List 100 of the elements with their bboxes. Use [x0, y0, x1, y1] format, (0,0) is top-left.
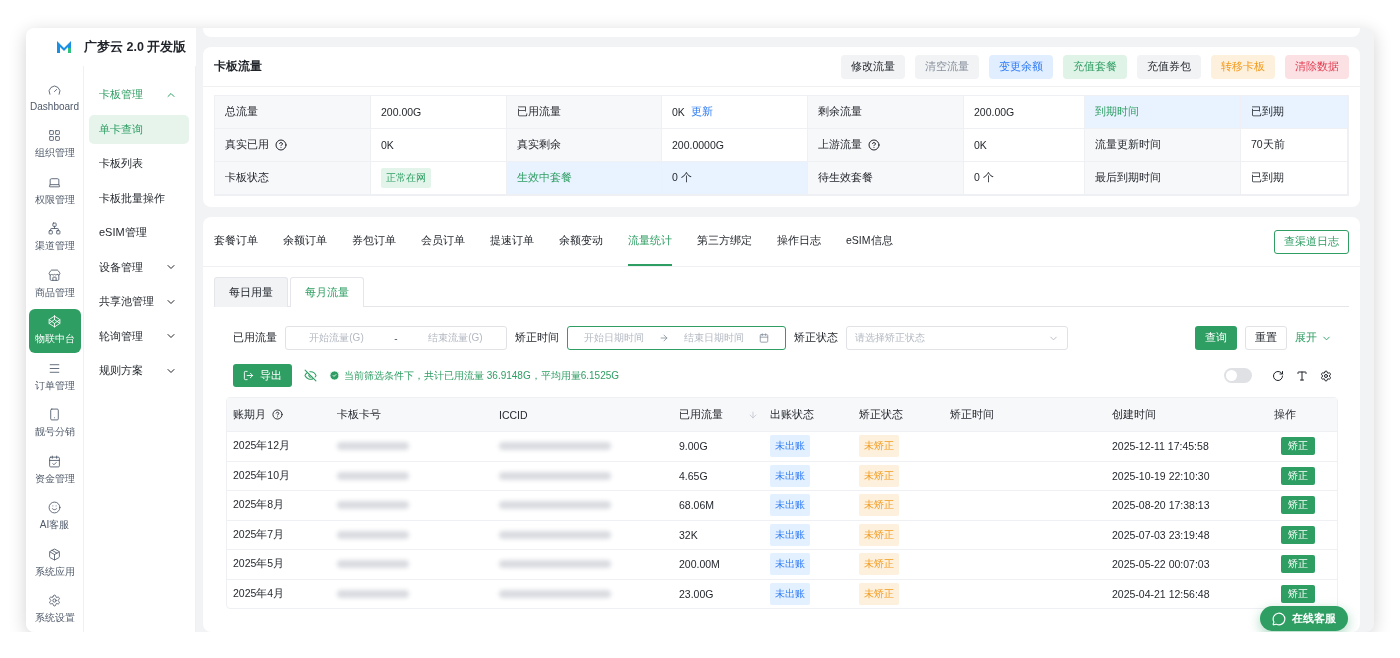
- redacted-bar: [337, 589, 409, 598]
- menu-group[interactable]: 规则方案: [89, 356, 189, 385]
- channel-log-button[interactable]: 查渠道日志: [1274, 229, 1349, 254]
- action-button[interactable]: 清除数据: [1285, 54, 1349, 79]
- tab[interactable]: eSIM信息: [846, 217, 893, 266]
- table-cell-text: 32K: [678, 527, 699, 543]
- reset-button[interactable]: 重置: [1245, 326, 1287, 350]
- summary-text: 当前筛选条件下，共计已用流量 36.9148G，平均用量6.1525G: [344, 368, 620, 383]
- action-button[interactable]: 变更余额: [989, 54, 1053, 79]
- menu-group[interactable]: 轮询管理: [89, 321, 189, 351]
- info-value: 0 个: [672, 171, 692, 185]
- nav-item[interactable]: 订单管理: [28, 355, 81, 400]
- laptop-icon: [48, 175, 61, 189]
- calendar-icon: [759, 333, 770, 343]
- redacted-bar: [337, 501, 409, 510]
- info-label: 总流量: [225, 105, 258, 119]
- menu-group[interactable]: 卡板管理: [89, 80, 189, 109]
- redacted-bar: [337, 530, 409, 539]
- check-icon: [329, 370, 340, 381]
- tab[interactable]: 流量统计: [628, 217, 672, 266]
- tab[interactable]: 余额订单: [283, 217, 327, 266]
- tab[interactable]: 余额变动: [559, 217, 603, 266]
- nav-item[interactable]: 靓号分销: [28, 401, 81, 446]
- table-cell-text: 2025-08-20 17:38:13: [1111, 498, 1211, 514]
- filter-label: 矫正时间: [515, 331, 559, 345]
- filter-label: 矫正状态: [794, 331, 838, 345]
- text-size-icon[interactable]: [1296, 369, 1308, 382]
- table-cell-text: 2025年4月: [232, 585, 286, 601]
- table-cell-text: 2025-12-11 17:45:58: [1111, 439, 1210, 455]
- sub-tab[interactable]: 每月流量: [290, 277, 364, 307]
- tab[interactable]: 券包订单: [352, 217, 396, 266]
- filter-label: 已用流量: [233, 331, 277, 345]
- nav-item[interactable]: 系统设置: [28, 587, 81, 632]
- info-label: 卡板状态: [225, 171, 269, 185]
- grid-icon: [48, 129, 61, 143]
- calendar-icon: [48, 454, 61, 468]
- refresh-icon[interactable]: [1272, 369, 1284, 382]
- column-header: 已用流量: [673, 398, 764, 431]
- face-icon: [48, 501, 61, 515]
- billing-tag: 未出账: [770, 494, 810, 517]
- info-label: 已用流量: [517, 105, 561, 119]
- box-icon: [48, 547, 61, 561]
- nav-item[interactable]: 系统应用: [28, 541, 81, 586]
- nav-item[interactable]: AI客服: [28, 494, 81, 539]
- table-cell-text: 23.00G: [678, 586, 715, 602]
- menu-icon: [48, 361, 61, 375]
- nav-item[interactable]: Dashboard: [28, 76, 81, 121]
- info-value: 200.00G: [974, 106, 1015, 118]
- nav-item[interactable]: 组织管理: [28, 122, 81, 167]
- info-value: 0K: [672, 106, 685, 118]
- network-icon: [48, 222, 61, 236]
- menu-item[interactable]: 卡板列表: [89, 149, 189, 178]
- nav-item[interactable]: 商品管理: [28, 262, 81, 307]
- nav-item[interactable]: 资金管理: [28, 448, 81, 493]
- menu-group[interactable]: 设备管理: [89, 252, 189, 282]
- range-field[interactable]: 开始流量(G) - 结束流量(G): [285, 326, 507, 350]
- info-value: 200.0000G: [672, 139, 724, 151]
- settings-icon[interactable]: [1320, 369, 1332, 382]
- menu-item[interactable]: 卡板批量操作: [89, 183, 189, 213]
- column-header: 出账状态: [769, 406, 815, 422]
- settings-icon: [48, 594, 61, 608]
- table-cell-text: 2025-04-21 12:56:48: [1111, 586, 1211, 602]
- table-cell-text: 2025年12月: [232, 438, 292, 454]
- table-cell-text: 2025-07-03 23:19:48: [1111, 527, 1211, 543]
- gauge-icon: [48, 84, 61, 98]
- eye-off-icon[interactable]: [304, 369, 317, 382]
- table-cell-text: 9.00G: [678, 439, 709, 455]
- status-tag: 正常在网: [381, 168, 431, 188]
- tab[interactable]: 套餐订单: [214, 217, 258, 266]
- cube-icon: [48, 315, 61, 329]
- redacted-bar: [337, 442, 409, 451]
- table-cell-text: 2025年8月: [232, 497, 286, 513]
- menu-item[interactable]: eSIM管理: [89, 218, 189, 247]
- toggle-switch[interactable]: [1224, 368, 1252, 383]
- tab[interactable]: 操作日志: [777, 217, 821, 266]
- info-label: 流量更新时间: [1095, 138, 1161, 152]
- sub-tab[interactable]: 每日用量: [214, 277, 288, 307]
- tab[interactable]: 第三方绑定: [697, 217, 752, 266]
- action-button[interactable]: 充值券包: [1137, 54, 1201, 79]
- column-header: 账期月: [227, 398, 331, 431]
- tab[interactable]: 会员订单: [421, 217, 465, 266]
- menu-group[interactable]: 共享池管理: [89, 287, 189, 316]
- billing-tag: 未出账: [770, 553, 810, 576]
- expand-link[interactable]: 展开: [1295, 331, 1332, 345]
- logo-icon: [56, 40, 72, 54]
- correction-tag: 未矫正: [859, 553, 899, 576]
- tab[interactable]: 提速订单: [490, 217, 534, 266]
- refresh-link[interactable]: 更新: [690, 105, 713, 119]
- info-value: 0K: [381, 139, 394, 151]
- billing-tag: 未出账: [770, 464, 810, 487]
- nav-item[interactable]: 权限管理: [28, 169, 81, 214]
- correction-tag: 未矫正: [859, 494, 899, 517]
- arrow-right-icon: [658, 333, 669, 343]
- info-label: 最后到期时间: [1095, 171, 1161, 185]
- action-button[interactable]: 修改流量: [841, 54, 905, 79]
- billing-tag: 未出账: [770, 435, 810, 458]
- correction-tag: 未矫正: [859, 464, 899, 487]
- info-label: 真实剩余: [517, 138, 561, 152]
- app-title: 广梦云 2.0 开发版: [84, 38, 187, 56]
- nav-item[interactable]: 渠道管理: [28, 215, 81, 260]
